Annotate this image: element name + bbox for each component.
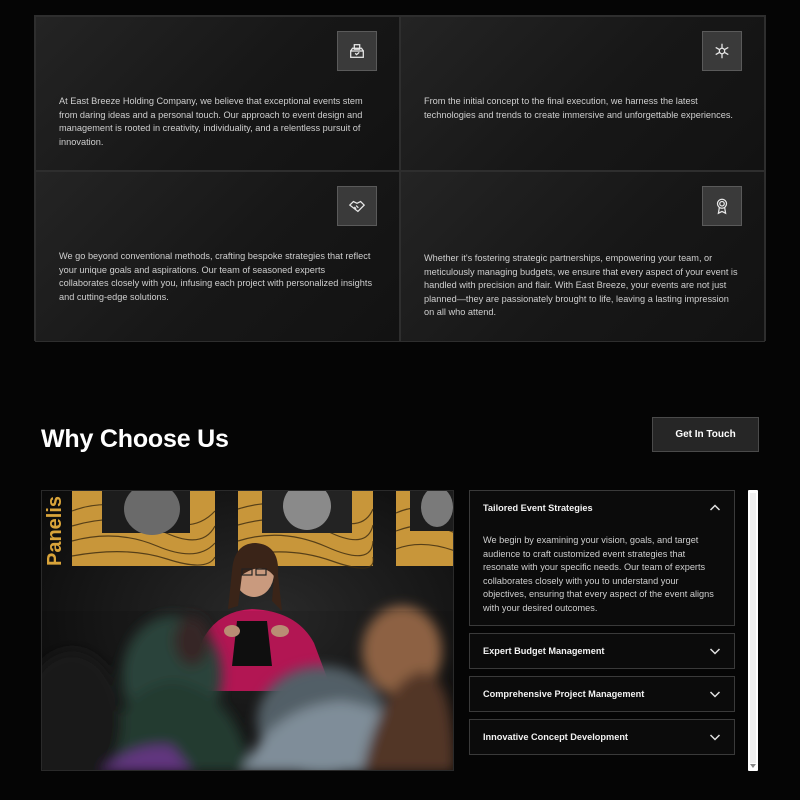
voting-box-icon: [337, 31, 377, 71]
chevron-up-icon: [709, 504, 721, 511]
snowflake-gear-icon: [702, 31, 742, 71]
accordion-title: Tailored Event Strategies: [483, 503, 593, 513]
get-in-touch-button[interactable]: Get In Touch: [652, 417, 759, 452]
accordion-item-budget-management: Expert Budget Management: [469, 633, 735, 669]
accordion-header[interactable]: Tailored Event Strategies: [470, 491, 734, 525]
features-grid: At East Breeze Holding Company, we belie…: [34, 15, 766, 342]
scrollbar-thumb[interactable]: [750, 493, 756, 763]
accordion-header[interactable]: Innovative Concept Development: [470, 720, 734, 754]
event-photo: Panelis: [41, 490, 454, 771]
chevron-down-icon: [709, 648, 721, 655]
scroll-down-icon[interactable]: [750, 764, 756, 768]
feature-text: From the initial concept to the final ex…: [424, 96, 733, 120]
feature-card-strategy: We go beyond conventional methods, craft…: [35, 171, 400, 342]
award-ribbon-icon: [702, 186, 742, 226]
accordion-header[interactable]: Comprehensive Project Management: [470, 677, 734, 711]
feature-text: We go beyond conventional methods, craft…: [59, 251, 373, 302]
feature-card-technology: From the initial concept to the final ex…: [400, 16, 765, 171]
feature-text: At East Breeze Holding Company, we belie…: [59, 96, 363, 147]
handshake-icon: [337, 186, 377, 226]
panel-sign-text: Panelis: [44, 496, 66, 566]
accordion-scrollbar[interactable]: [748, 490, 758, 771]
feature-card-design: At East Breeze Holding Company, we belie…: [35, 16, 400, 171]
accordion-body: We begin by examining your vision, goals…: [483, 535, 714, 613]
accordion-title: Innovative Concept Development: [483, 732, 628, 742]
accordion-title: Expert Budget Management: [483, 646, 605, 656]
accordion-item-tailored-strategies: Tailored Event Strategies We begin by ex…: [469, 490, 735, 626]
accordion-title: Comprehensive Project Management: [483, 689, 645, 699]
chevron-down-icon: [709, 691, 721, 698]
accordion-item-project-management: Comprehensive Project Management: [469, 676, 735, 712]
accordion-item-concept-development: Innovative Concept Development: [469, 719, 735, 755]
accordion-header[interactable]: Expert Budget Management: [470, 634, 734, 668]
section-title: Why Choose Us: [41, 425, 229, 453]
feature-card-execution: Whether it's fostering strategic partner…: [400, 171, 765, 342]
feature-text: Whether it's fostering strategic partner…: [424, 253, 738, 318]
accordion: Tailored Event Strategies We begin by ex…: [469, 490, 735, 762]
chevron-down-icon: [709, 734, 721, 741]
